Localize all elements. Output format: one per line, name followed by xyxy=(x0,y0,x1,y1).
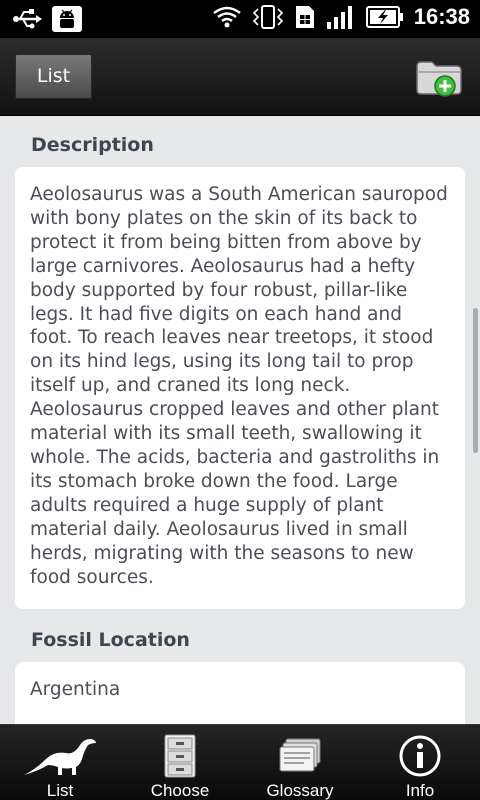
status-bar: 16:38 xyxy=(0,0,480,38)
android-debug-icon xyxy=(52,6,82,32)
scrollbar-thumb[interactable] xyxy=(473,308,478,453)
info-icon xyxy=(399,735,441,777)
signal-icon xyxy=(326,6,352,29)
action-bar: List xyxy=(0,38,480,116)
tab-glossary-label: Glossary xyxy=(266,781,334,800)
usb-icon xyxy=(13,9,42,29)
add-folder-icon[interactable] xyxy=(414,56,464,98)
fossil-location-text: Argentina xyxy=(30,679,121,700)
vibrate-icon xyxy=(252,5,283,29)
tab-list[interactable]: List xyxy=(0,725,120,800)
detail-scroll-area[interactable]: Description Aeolosaurus was a South Amer… xyxy=(0,116,480,724)
tab-choose-label: Choose xyxy=(150,781,210,800)
battery-charging-icon xyxy=(365,6,403,28)
list-button[interactable]: List xyxy=(15,54,92,99)
tab-info[interactable]: Info xyxy=(360,725,480,800)
tab-choose[interactable]: Choose xyxy=(120,725,240,800)
description-text: Aeolosaurus was a South American sauropo… xyxy=(30,184,448,588)
sim-icon xyxy=(295,6,314,28)
fossil-location-heading: Fossil Location xyxy=(31,629,190,651)
tab-list-label: List xyxy=(46,781,74,800)
description-card: Aeolosaurus was a South American sauropo… xyxy=(15,167,465,609)
bottom-tab-bar: List Choose Glossary Info xyxy=(0,724,480,800)
cards-icon xyxy=(279,738,321,772)
dinosaur-icon xyxy=(24,739,96,775)
description-heading: Description xyxy=(31,134,154,156)
tab-info-label: Info xyxy=(405,781,435,800)
wifi-icon xyxy=(212,6,241,28)
clock: 16:38 xyxy=(413,4,470,29)
tab-glossary[interactable]: Glossary xyxy=(240,725,360,800)
cabinet-icon xyxy=(164,734,196,778)
fossil-location-card: Argentina xyxy=(15,662,465,724)
